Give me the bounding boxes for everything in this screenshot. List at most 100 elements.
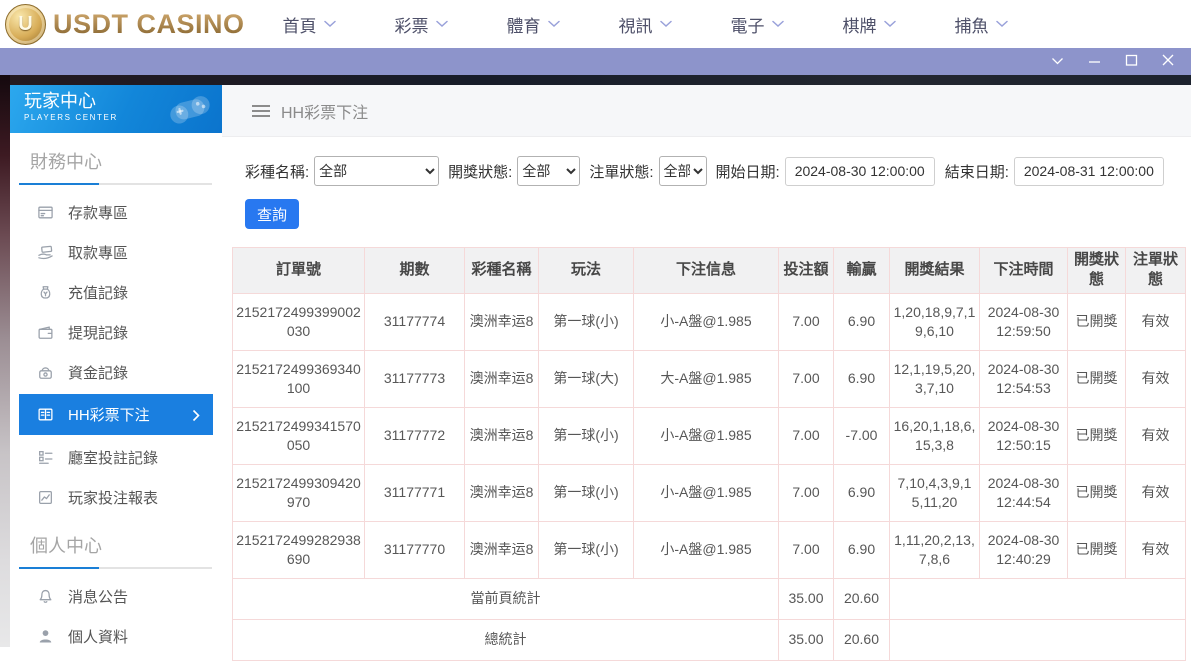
sidebar-item-player-bet-report[interactable]: 玩家投注報表 <box>10 477 222 517</box>
sidebar-item-withdraw[interactable]: 取款專區 <box>10 232 222 272</box>
table-cell: 31177773 <box>365 350 465 407</box>
summary-winloss-total: 20.60 <box>834 578 890 619</box>
sidebar-item-recharge-record[interactable]: 充值記錄 <box>10 272 222 312</box>
sidebar-item-label: 玩家投注報表 <box>68 487 158 508</box>
chevron-down-icon <box>548 20 560 28</box>
usdt-coin-icon: U <box>5 4 46 45</box>
column-header: 訂單號 <box>233 248 365 294</box>
table-cell: 7.00 <box>779 350 834 407</box>
column-header: 期數 <box>365 248 465 294</box>
chevron-down-icon <box>884 20 896 28</box>
table-cell: 2024-08-30 12:44:54 <box>980 464 1068 521</box>
logo-text: USDT CASINO <box>53 9 245 40</box>
table-cell: 6.90 <box>834 521 890 578</box>
end-date-input[interactable] <box>1014 157 1164 186</box>
table-cell: 澳洲幸运8 <box>465 350 539 407</box>
section-title: 財務中心 <box>30 148 212 174</box>
sidebar-item-label: 資金記錄 <box>68 362 128 383</box>
table-cell: 有效 <box>1126 293 1186 350</box>
table-cell: 澳洲幸运8 <box>465 407 539 464</box>
window-titlebar <box>0 48 1191 75</box>
sidebar-item-announcements[interactable]: 消息公告 <box>10 576 222 616</box>
maximize-icon <box>1125 53 1138 71</box>
nav-item-live[interactable]: 視訊 <box>619 12 672 37</box>
lottery-name-label: 彩種名稱: <box>245 161 309 182</box>
site-logo[interactable]: U USDT CASINO <box>0 4 245 45</box>
table-cell: 有效 <box>1126 464 1186 521</box>
table-cell: 6.90 <box>834 350 890 407</box>
sidebar-item-room-bet-record[interactable]: 廳室投註記錄 <box>10 437 222 477</box>
table-cell: 第一球(小) <box>539 464 634 521</box>
close-button[interactable] <box>1161 55 1175 69</box>
chevron-down-icon <box>1051 53 1064 71</box>
chevron-down-icon <box>996 20 1008 28</box>
table-cell: 2024-08-30 12:40:29 <box>980 521 1068 578</box>
table-cell: 7.00 <box>779 293 834 350</box>
sidebar-item-funds-record[interactable]: 資金記錄 <box>10 352 222 392</box>
sidebar-item-label: 消息公告 <box>68 586 128 607</box>
sidebar-item-label: 廳室投註記錄 <box>68 447 158 468</box>
hamburger-menu-icon[interactable] <box>252 104 270 118</box>
draw-status-select[interactable]: 全部 <box>517 156 580 186</box>
column-header: 開獎狀態 <box>1068 248 1126 294</box>
table-cell: 澳洲幸运8 <box>465 293 539 350</box>
table-cell: 第一球(小) <box>539 293 634 350</box>
nav-item-sports[interactable]: 體育 <box>507 12 560 37</box>
app-window: 玩家中心 PLAYERS CENTER 財務中心存款專區取款專區充值記錄提現記錄… <box>10 85 1191 647</box>
section-underline <box>19 183 212 185</box>
table-cell: 1,11,20,2,13,7,8,6 <box>890 521 980 578</box>
table-cell: 澳洲幸运8 <box>465 464 539 521</box>
main-content: HH彩票下注 彩種名稱: 全部 開獎狀態: 全部 注單狀態: 全部 開始日期: … <box>222 85 1191 647</box>
nav-item-label: 棋牌 <box>843 12 877 37</box>
table-cell: 已開獎 <box>1068 293 1126 350</box>
search-button[interactable]: 查詢 <box>245 199 299 229</box>
sidebar-item-hh-lottery-bet[interactable]: HH彩票下注 <box>19 394 213 435</box>
order-status-select[interactable]: 全部 <box>659 156 707 186</box>
chevron-right-icon <box>192 409 200 422</box>
table-cell: 16,20,1,18,6,15,3,8 <box>890 407 980 464</box>
summary-label: 當前頁統計 <box>233 578 779 619</box>
nav-item-board-games[interactable]: 棋牌 <box>843 12 896 37</box>
table-cell: 已開獎 <box>1068 521 1126 578</box>
maximize-button[interactable] <box>1124 55 1138 69</box>
nav-item-home[interactable]: 首頁 <box>283 12 336 37</box>
table-cell: 7.00 <box>779 521 834 578</box>
lottery-bet-icon <box>37 406 54 423</box>
sidebar-item-deposit[interactable]: 存款專區 <box>10 192 222 232</box>
table-cell: 6.90 <box>834 464 890 521</box>
table-cell: 2024-08-30 12:54:53 <box>980 350 1068 407</box>
nav-item-slots[interactable]: 電子 <box>731 12 784 37</box>
sidebar-item-withdrawal-record[interactable]: 提現記錄 <box>10 312 222 352</box>
summary-row: 當前頁統計35.0020.60 <box>233 578 1186 619</box>
column-header: 彩種名稱 <box>465 248 539 294</box>
background-left-edge <box>0 75 10 647</box>
column-header: 下注信息 <box>634 248 779 294</box>
nav-item-lottery[interactable]: 彩票 <box>395 12 448 37</box>
table-cell: 有效 <box>1126 521 1186 578</box>
lottery-name-select[interactable]: 全部 <box>314 156 439 186</box>
table-cell: 12,1,19,5,20,3,7,10 <box>890 350 980 407</box>
announcement-bell-icon <box>37 588 54 605</box>
bet-records-table: 訂單號期數彩種名稱玩法下注信息投注額輸贏開獎結果下注時間開獎狀態注單狀態 215… <box>232 247 1186 661</box>
table-cell: 有效 <box>1126 407 1186 464</box>
room-bet-record-icon <box>37 449 54 466</box>
sidebar-item-profile[interactable]: 個人資料 <box>10 616 222 656</box>
column-header: 開獎結果 <box>890 248 980 294</box>
sidebar-item-label: 個人資料 <box>68 626 128 647</box>
chevron-down-icon <box>436 20 448 28</box>
section-underline <box>19 567 212 569</box>
close-icon <box>1162 53 1174 71</box>
background-strip <box>0 75 1191 85</box>
minimize-button[interactable] <box>1087 55 1101 69</box>
table-cell: 2152172499309420970 <box>233 464 365 521</box>
table-cell: 7,10,4,3,9,15,11,20 <box>890 464 980 521</box>
gamepad-icon <box>164 88 214 133</box>
end-date-label: 結束日期: <box>945 161 1009 182</box>
table-cell: 2152172499341570050 <box>233 407 365 464</box>
start-date-input[interactable] <box>785 157 935 186</box>
summary-empty-cell <box>890 578 1186 619</box>
nav-item-fishing[interactable]: 捕魚 <box>955 12 1008 37</box>
table-cell: 1,20,18,9,7,19,6,10 <box>890 293 980 350</box>
chevron-down-button[interactable] <box>1050 55 1064 69</box>
summary-bet-total: 35.00 <box>779 578 834 619</box>
